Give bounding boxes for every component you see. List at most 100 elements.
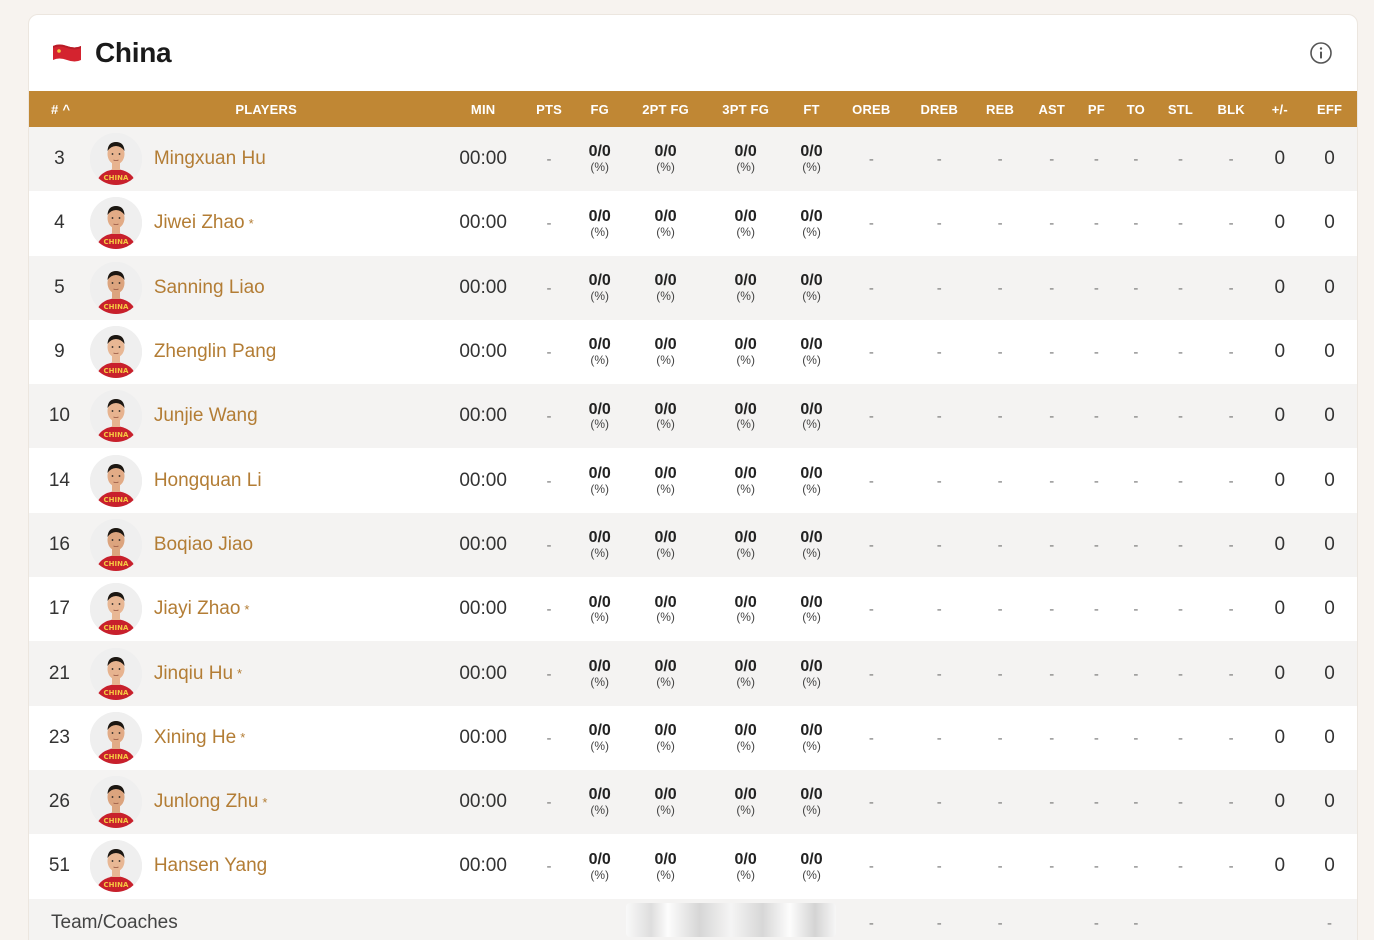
plus-minus-cell: 0: [1258, 384, 1303, 448]
player-name[interactable]: Sanning Liao: [154, 277, 265, 299]
ast: -: [1049, 215, 1055, 233]
player-link[interactable]: CHINA Jiwei Zhao *: [89, 197, 443, 250]
player-name[interactable]: Hansen Yang: [154, 855, 267, 877]
col-header-3pt-fg[interactable]: 3PT FG: [706, 91, 785, 127]
col-header-players[interactable]: PLAYERS: [90, 91, 443, 127]
player-name[interactable]: Zhenglin Pang: [154, 341, 277, 363]
col-header--[interactable]: +/-: [1258, 91, 1303, 127]
col-header-eff[interactable]: EFF: [1302, 91, 1357, 127]
player-link[interactable]: CHINA Boqiao Jiao: [89, 518, 443, 571]
player-name[interactable]: Junjie Wang: [154, 405, 258, 427]
player-name[interactable]: Boqiao Jiao: [154, 534, 253, 556]
boxscore-table: # ^ PLAYERS MIN PTS FG 2PT FG 3PT FG FT OREB DREB R…: [29, 91, 1357, 940]
player-name[interactable]: Junlong Zhu: [154, 791, 259, 813]
pts-cell: -: [524, 577, 575, 641]
col-header-to[interactable]: TO: [1116, 91, 1157, 127]
stl-cell: -: [1156, 320, 1205, 384]
player-avatar[interactable]: CHINA: [89, 518, 142, 571]
min-cell: 00:00: [443, 513, 524, 577]
player-avatar[interactable]: CHINA: [89, 776, 142, 829]
col-header-2pt-fg[interactable]: 2PT FG: [625, 91, 706, 127]
player-link[interactable]: CHINA Sanning Liao: [89, 261, 443, 314]
col-header-ast[interactable]: AST: [1026, 91, 1077, 127]
player-name[interactable]: Mingxuan Hu: [154, 148, 266, 170]
player-link[interactable]: CHINA Jinqiu Hu *: [89, 647, 443, 700]
col-header-pf[interactable]: PF: [1077, 91, 1116, 127]
player-name[interactable]: Jinqiu Hu: [154, 663, 233, 685]
player-avatar[interactable]: CHINA: [89, 454, 142, 507]
blk: -: [1228, 344, 1234, 362]
stl-cell: -: [1156, 256, 1205, 320]
player-name[interactable]: Hongquan Li: [154, 470, 262, 492]
stl: -: [1177, 408, 1183, 426]
stl: -: [1177, 472, 1183, 490]
oreb: -: [868, 601, 874, 619]
minutes: 00:00: [459, 598, 507, 620]
player-link[interactable]: CHINA Junlong Zhu *: [89, 776, 443, 829]
3pt-fg-pct: (%): [736, 803, 755, 818]
player-avatar[interactable]: CHINA: [89, 711, 142, 764]
2pt-fg-made: 0/0: [654, 400, 677, 418]
col-header-oreb[interactable]: OREB: [838, 91, 905, 127]
3pt-fg-pct: (%): [736, 417, 755, 432]
player-link[interactable]: CHINA Hongquan Li: [89, 454, 443, 507]
sort-asc-icon[interactable]: ^: [62, 102, 70, 117]
player-link[interactable]: CHINA Jiayi Zhao *: [89, 583, 443, 636]
col-header-reb[interactable]: REB: [974, 91, 1027, 127]
ast-cell: -: [1026, 513, 1077, 577]
3pt-fg-cell: 0/0 (%): [706, 448, 785, 512]
to-cell: -: [1116, 641, 1157, 705]
reb-cell: -: [974, 448, 1027, 512]
blk-cell: -: [1205, 256, 1258, 320]
player-avatar[interactable]: CHINA: [89, 261, 142, 314]
col-header-dreb[interactable]: DREB: [905, 91, 974, 127]
player-avatar[interactable]: CHINA: [89, 326, 142, 379]
eff-cell: 0: [1302, 513, 1357, 577]
player-avatar[interactable]: CHINA: [89, 840, 142, 893]
col-header-min[interactable]: MIN: [443, 91, 524, 127]
player-link[interactable]: CHINA Hansen Yang: [89, 840, 443, 893]
col-header-number[interactable]: # ^: [29, 91, 90, 127]
player-link[interactable]: CHINA Xining He *: [89, 711, 443, 764]
dreb-cell: -: [905, 127, 974, 191]
to: -: [1133, 215, 1139, 233]
col-header-fg[interactable]: FG: [574, 91, 625, 127]
player-avatar[interactable]: CHINA: [89, 133, 142, 186]
table-row: 51 CHINA Hansen Yang 00:00-0/0 (%) 0/0 (%) 0/0(…: [29, 834, 1357, 899]
col-header-stl[interactable]: STL: [1156, 91, 1205, 127]
ast-cell: -: [1026, 834, 1077, 898]
fg-cell: 0/0 (%): [574, 256, 625, 320]
3pt-fg-made: 0/0: [734, 464, 757, 482]
fg-made: 0/0: [588, 657, 611, 675]
to-cell: -: [1116, 770, 1157, 834]
player-avatar[interactable]: CHINA: [89, 390, 142, 443]
player-name[interactable]: Jiayi Zhao: [154, 598, 241, 620]
eff-cell: 0: [1302, 577, 1357, 641]
plus-minus: 0: [1274, 405, 1286, 427]
col-header-ft[interactable]: FT: [785, 91, 838, 127]
ft-pct: (%): [802, 674, 821, 689]
player-link[interactable]: CHINA Junjie Wang: [89, 390, 443, 443]
svg-text:CHINA: CHINA: [103, 560, 128, 568]
player-name[interactable]: Jiwei Zhao: [154, 212, 245, 234]
col-header-blk[interactable]: BLK: [1205, 91, 1258, 127]
obscured-area: [625, 899, 838, 940]
oreb-cell: -: [838, 577, 905, 641]
player-name[interactable]: Xining He: [154, 727, 236, 749]
player-avatar[interactable]: CHINA: [89, 583, 142, 636]
player-link[interactable]: CHINA Zhenglin Pang: [89, 326, 443, 379]
ft-made: 0/0: [800, 207, 823, 225]
blur-overlay: [626, 902, 837, 937]
col-header-pts[interactable]: PTS: [524, 91, 575, 127]
min-cell: 00:00: [443, 320, 524, 384]
player-link[interactable]: CHINA Mingxuan Hu: [89, 133, 443, 186]
pf: -: [1093, 665, 1099, 683]
ast: -: [1049, 151, 1055, 169]
stl-cell: -: [1156, 191, 1205, 255]
info-icon[interactable]: [1309, 41, 1333, 65]
fg-pct: (%): [590, 610, 610, 625]
player-avatar[interactable]: CHINA: [89, 647, 142, 700]
ast-cell: -: [1026, 256, 1077, 320]
player-avatar[interactable]: CHINA: [89, 197, 142, 250]
reb-cell: -: [974, 191, 1027, 255]
